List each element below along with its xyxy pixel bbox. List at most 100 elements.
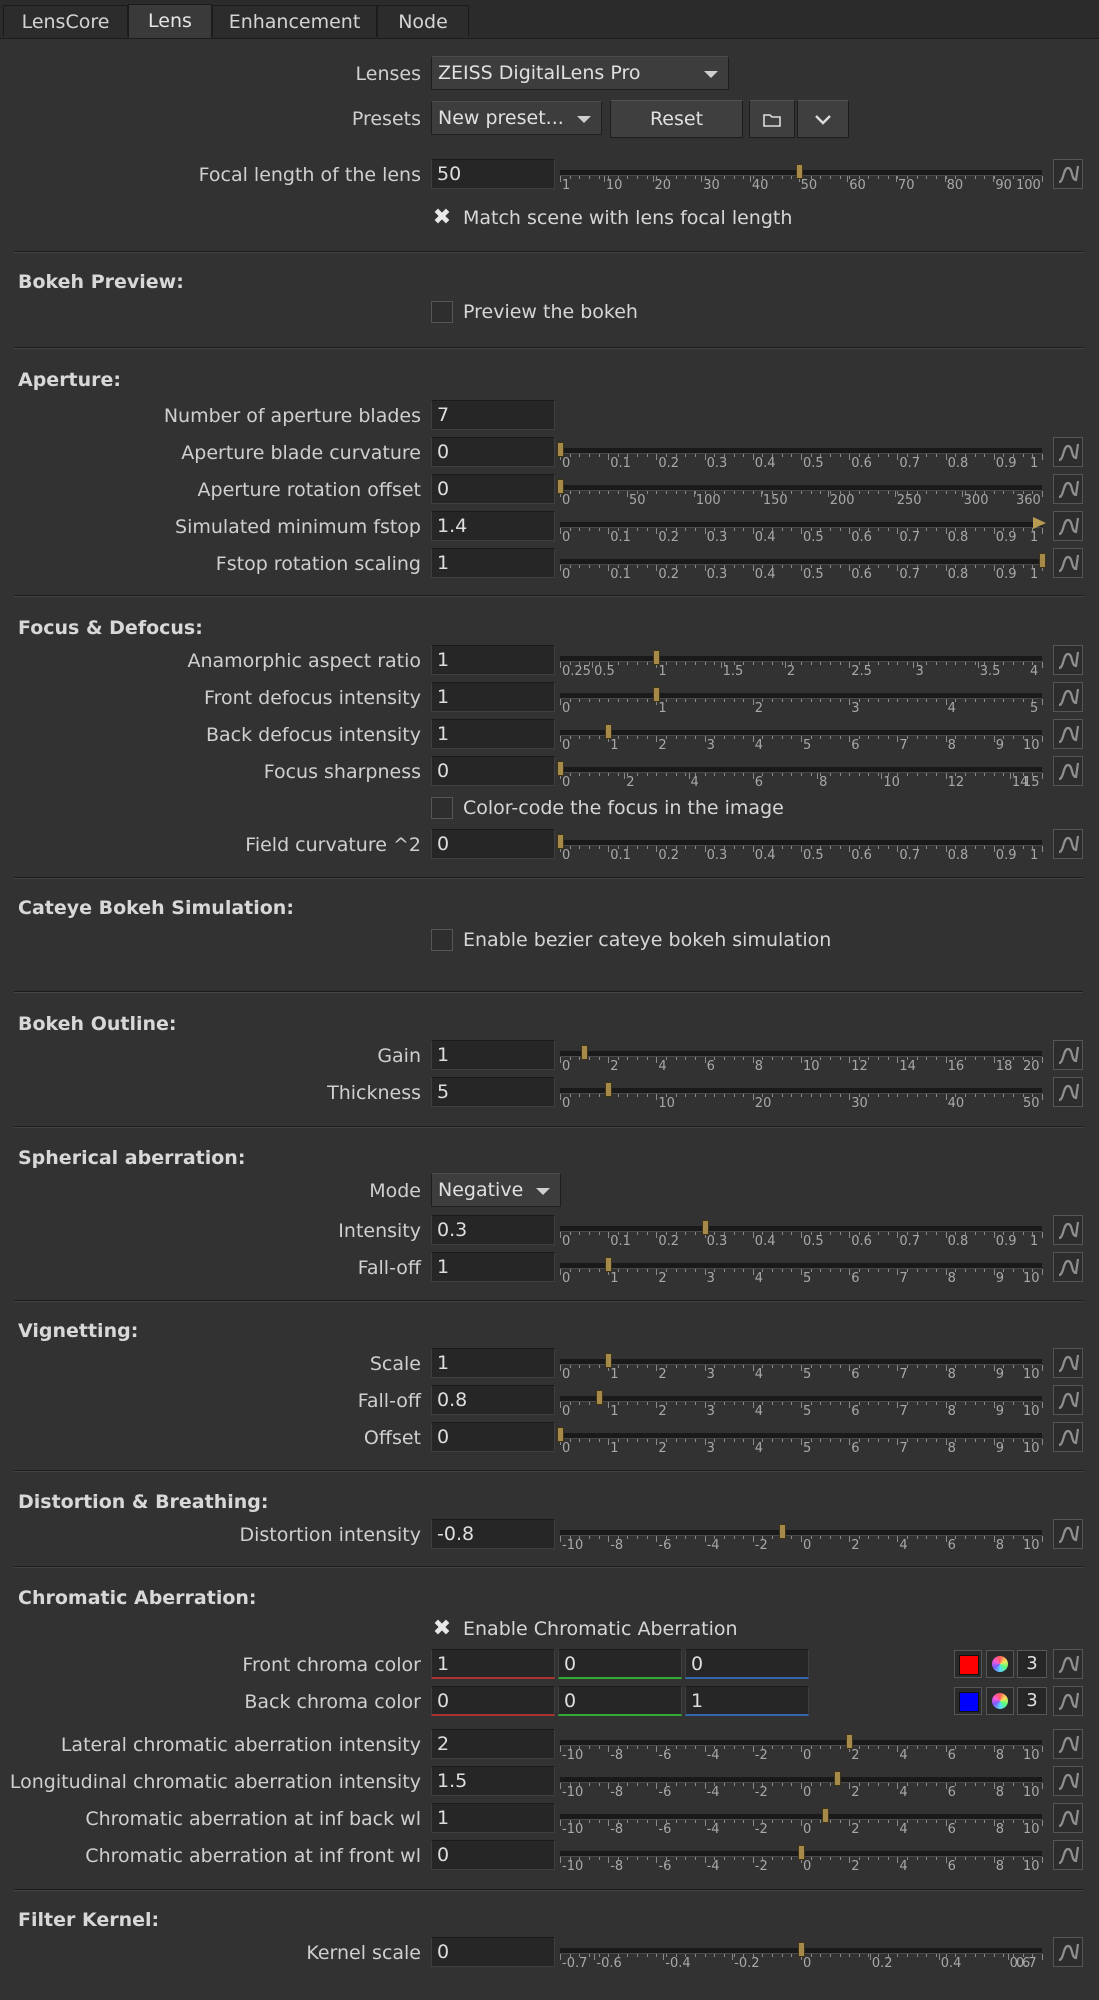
reset-button[interactable]: Reset bbox=[610, 100, 743, 138]
slider-handle[interactable] bbox=[795, 164, 803, 179]
front-chroma-curve-button[interactable] bbox=[1053, 1649, 1083, 1679]
back-defocus-slider[interactable]: 0 1 2 3 4 5 6 7 8 9 10 bbox=[556, 719, 1050, 753]
inf-front-field[interactable]: 0 bbox=[431, 1840, 555, 1870]
rotation-offset-curve-button[interactable] bbox=[1053, 474, 1083, 504]
slider-handle[interactable] bbox=[605, 1257, 613, 1272]
back-chroma-g-field[interactable]: 0 bbox=[558, 1686, 682, 1716]
lateral-curve-button[interactable] bbox=[1053, 1729, 1083, 1759]
tab-node[interactable]: Node bbox=[377, 5, 469, 37]
sph-intensity-slider[interactable]: 0 0.1 0.2 0.3 0.4 0.5 0.6 0.7 0.8 0.9 1 bbox=[556, 1215, 1050, 1249]
front-chroma-b-field[interactable]: 0 bbox=[685, 1649, 809, 1679]
lateral-field[interactable]: 2 bbox=[431, 1729, 555, 1759]
thickness-slider[interactable]: 0 10 20 30 40 50 bbox=[556, 1077, 1050, 1111]
slider-handle[interactable] bbox=[557, 834, 564, 849]
vig-scale-curve-button[interactable] bbox=[1053, 1348, 1083, 1378]
min-fstop-field[interactable]: 1.4 bbox=[431, 511, 555, 541]
anamorphic-field[interactable]: 1 bbox=[431, 645, 555, 675]
gain-slider[interactable]: 0 2 4 6 8 10 12 14 16 18 20 bbox=[556, 1040, 1050, 1074]
longitudinal-curve-button[interactable] bbox=[1053, 1766, 1083, 1796]
slider-handle[interactable] bbox=[557, 479, 564, 494]
distortion-field[interactable]: -0.8 bbox=[431, 1519, 555, 1549]
slider-handle[interactable] bbox=[846, 1734, 854, 1749]
kernel-scale-curve-button[interactable] bbox=[1053, 1937, 1083, 1967]
focal-length-slider[interactable]: 1 10 20 30 40 50 60 70 80 90 100 bbox=[556, 159, 1050, 193]
sph-falloff-slider[interactable]: 0 1 2 3 4 5 6 7 8 9 10 bbox=[556, 1252, 1050, 1286]
back-chroma-swatch[interactable] bbox=[954, 1687, 982, 1715]
longitudinal-field[interactable]: 1.5 bbox=[431, 1766, 555, 1796]
gain-field[interactable]: 1 bbox=[431, 1040, 555, 1070]
blade-curvature-field[interactable]: 0 bbox=[431, 437, 555, 467]
slider-handle[interactable] bbox=[557, 761, 564, 776]
front-defocus-curve-button[interactable] bbox=[1053, 682, 1083, 712]
match-focal-checkbox[interactable]: ✖ bbox=[431, 207, 453, 229]
rotation-offset-slider[interactable]: 0 50 100 150 200 250 300 360 bbox=[556, 474, 1050, 508]
back-chroma-curve-button[interactable] bbox=[1053, 1686, 1083, 1716]
back-color-wheel-icon[interactable] bbox=[986, 1687, 1014, 1715]
fstop-scaling-curve-button[interactable] bbox=[1053, 548, 1083, 578]
slider-handle[interactable] bbox=[653, 650, 661, 665]
min-fstop-slider[interactable]: 0 0.1 0.2 0.3 0.4 0.5 0.6 0.7 0.8 0.9 1 bbox=[556, 511, 1050, 545]
distortion-slider[interactable]: -10 -8 -6 -4 -2 0 2 4 6 8 10 bbox=[556, 1519, 1050, 1553]
front-color-wheel-icon[interactable] bbox=[986, 1650, 1014, 1678]
vig-falloff-curve-button[interactable] bbox=[1053, 1385, 1083, 1415]
slider-handle[interactable] bbox=[595, 1390, 603, 1405]
vig-scale-field[interactable]: 1 bbox=[431, 1348, 555, 1378]
longitudinal-slider[interactable]: -10 -8 -6 -4 -2 0 2 4 6 8 10 bbox=[556, 1766, 1050, 1800]
kernel-scale-slider[interactable]: -0.7 -0.6 -0.4 -0.2 0 0.2 0.4 0.6 0.7 bbox=[556, 1937, 1050, 1971]
front-chroma-g-field[interactable]: 0 bbox=[558, 1649, 682, 1679]
presets-dropdown[interactable]: New preset... bbox=[431, 101, 602, 135]
slider-handle[interactable] bbox=[605, 724, 613, 739]
field-curvature-field[interactable]: 0 bbox=[431, 829, 555, 859]
inf-back-field[interactable]: 1 bbox=[431, 1803, 555, 1833]
aperture-blades-field[interactable]: 7 bbox=[431, 400, 555, 430]
lateral-slider[interactable]: -10 -8 -6 -4 -2 0 2 4 6 8 10 bbox=[556, 1729, 1050, 1763]
vig-falloff-field[interactable]: 0.8 bbox=[431, 1385, 555, 1415]
anamorphic-slider[interactable]: 0.25 0.5 1 1.5 2 2.5 3 3.5 4 bbox=[556, 645, 1050, 679]
tab-lenscore[interactable]: LensCore bbox=[3, 5, 128, 37]
field-curvature-slider[interactable]: 0 0.1 0.2 0.3 0.4 0.5 0.6 0.7 0.8 0.9 1 bbox=[556, 829, 1050, 863]
back-chroma-b-field[interactable]: 1 bbox=[685, 1686, 809, 1716]
front-channels[interactable]: 3 bbox=[1017, 1650, 1047, 1678]
slider-handle[interactable] bbox=[557, 442, 564, 457]
anamorphic-curve-button[interactable] bbox=[1053, 645, 1083, 675]
slider-handle[interactable] bbox=[1039, 553, 1046, 568]
tab-lens[interactable]: Lens bbox=[128, 4, 212, 38]
front-chroma-swatch[interactable] bbox=[954, 1650, 982, 1678]
kernel-scale-field[interactable]: 0 bbox=[431, 1937, 555, 1967]
vig-scale-slider[interactable]: 0 1 2 3 4 5 6 7 8 9 10 bbox=[556, 1348, 1050, 1382]
blade-curvature-curve-button[interactable] bbox=[1053, 437, 1083, 467]
inf-front-slider[interactable]: -10 -8 -6 -4 -2 0 2 4 6 8 10 bbox=[556, 1840, 1050, 1874]
cateye-checkbox[interactable] bbox=[431, 929, 453, 951]
fstop-scaling-field[interactable]: 1 bbox=[431, 548, 555, 578]
mode-dropdown[interactable]: Negative bbox=[431, 1173, 561, 1207]
sph-falloff-curve-button[interactable] bbox=[1053, 1252, 1083, 1282]
slider-handle[interactable] bbox=[822, 1808, 830, 1823]
front-chroma-r-field[interactable]: 1 bbox=[431, 1649, 555, 1679]
inf-front-curve-button[interactable] bbox=[1053, 1840, 1083, 1870]
slider-handle[interactable] bbox=[834, 1771, 842, 1786]
back-chroma-r-field[interactable]: 0 bbox=[431, 1686, 555, 1716]
enable-chromatic-checkbox[interactable]: ✖ bbox=[431, 1618, 453, 1640]
slider-handle[interactable] bbox=[605, 1353, 613, 1368]
tab-enhancement[interactable]: Enhancement bbox=[212, 5, 377, 37]
focal-length-field[interactable]: 50 bbox=[431, 159, 555, 189]
focal-length-curve-button[interactable] bbox=[1053, 159, 1083, 189]
slider-overflow-arrow-icon[interactable] bbox=[1033, 517, 1046, 529]
inf-back-curve-button[interactable] bbox=[1053, 1803, 1083, 1833]
sph-intensity-field[interactable]: 0.3 bbox=[431, 1215, 555, 1245]
slider-handle[interactable] bbox=[798, 1942, 805, 1957]
front-defocus-slider[interactable]: 0 1 2 3 4 5 bbox=[556, 682, 1050, 716]
focus-sharpness-slider[interactable]: 0 2 4 6 8 10 12 14 15 bbox=[556, 756, 1050, 790]
inf-back-slider[interactable]: -10 -8 -6 -4 -2 0 2 4 6 8 10 bbox=[556, 1803, 1050, 1837]
preview-bokeh-checkbox[interactable] bbox=[431, 301, 453, 323]
focus-sharpness-curve-button[interactable] bbox=[1053, 756, 1083, 786]
sph-intensity-curve-button[interactable] bbox=[1053, 1215, 1083, 1245]
sph-falloff-field[interactable]: 1 bbox=[431, 1252, 555, 1282]
front-defocus-field[interactable]: 1 bbox=[431, 682, 555, 712]
min-fstop-curve-button[interactable] bbox=[1053, 511, 1083, 541]
thickness-curve-button[interactable] bbox=[1053, 1077, 1083, 1107]
slider-handle[interactable] bbox=[778, 1524, 786, 1539]
field-curvature-curve-button[interactable] bbox=[1053, 829, 1083, 859]
preset-menu-button[interactable] bbox=[797, 100, 849, 138]
slider-handle[interactable] bbox=[798, 1845, 805, 1860]
